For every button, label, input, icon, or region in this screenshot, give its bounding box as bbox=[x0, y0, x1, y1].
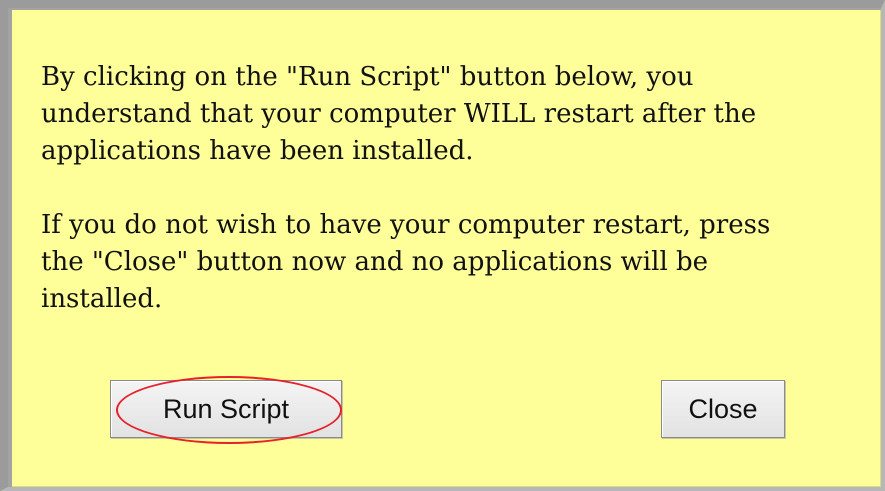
close-button-label: Close bbox=[688, 393, 758, 424]
close-button[interactable]: Close bbox=[661, 380, 785, 438]
confirmation-dialog: By clicking on the "Run Script" button b… bbox=[12, 10, 881, 487]
run-script-button-label: Run Script bbox=[162, 393, 290, 424]
run-script-button[interactable]: Run Script bbox=[110, 380, 342, 438]
message-paragraph-close-option: If you do not wish to have your computer… bbox=[41, 210, 771, 314]
dialog-message: By clicking on the "Run Script" button b… bbox=[41, 59, 841, 318]
message-paragraph-restart-warning: By clicking on the "Run Script" button b… bbox=[41, 62, 757, 166]
